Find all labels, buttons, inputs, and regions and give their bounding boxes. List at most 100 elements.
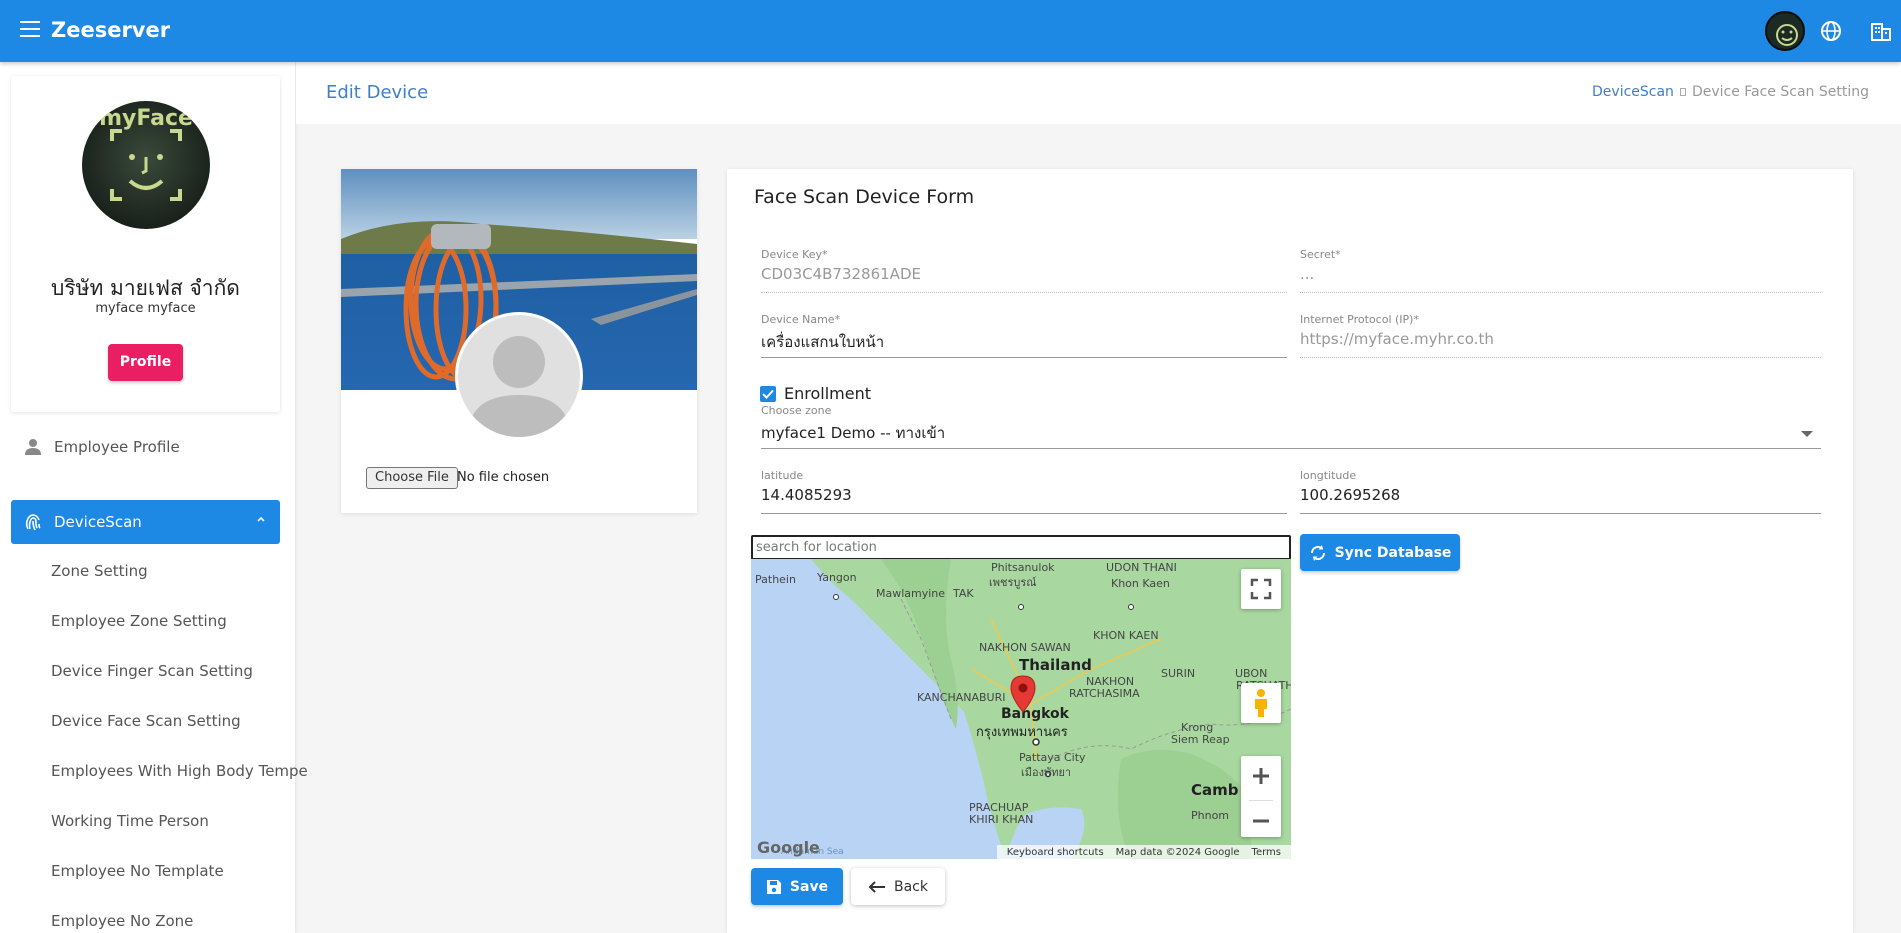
breadcrumb: DeviceScan Device Face Scan Setting	[1592, 84, 1869, 100]
page-title: Edit Device	[326, 82, 429, 103]
map-label-cambodia: Camb	[1191, 781, 1239, 799]
map-label-pattaya-th: เมืองพัทยา	[1021, 766, 1072, 779]
map-label-mawlamyine: Mawlamyine	[876, 587, 946, 600]
terms-link[interactable]: Terms	[1252, 847, 1281, 858]
sync-database-button[interactable]: Sync Database	[1300, 534, 1460, 571]
map-label-udon: UDON THANI	[1106, 561, 1177, 574]
breadcrumb-parent-link[interactable]: DeviceScan	[1592, 84, 1674, 100]
person-icon	[25, 439, 41, 455]
sidebar-item-devicescan[interactable]: DeviceScan	[11, 500, 280, 544]
logo-text: myFace	[99, 106, 193, 131]
device-key-field[interactable]: Device Key* CD03C4B732861ADE	[761, 248, 1287, 293]
map-label-khon-kaen: KHON KAEN	[1093, 629, 1159, 642]
map-label-ratchasima: RATCHASIMA	[1069, 687, 1140, 700]
save-button[interactable]: Save	[751, 868, 843, 905]
breadcrumb-current: Device Face Scan Setting	[1691, 84, 1869, 100]
map-label-surin: SURIN	[1161, 667, 1196, 680]
form-title: Face Scan Device Form	[754, 186, 975, 208]
device-name-label: Device Name*	[761, 313, 841, 326]
sidebar: myFace บริษัท มายเฟส จำกัด myface myface…	[0, 62, 308, 933]
device-name-input[interactable]: เครื่องแสกนใบหน้า	[761, 330, 1287, 358]
device-key-value[interactable]: CD03C4B732861ADE	[761, 265, 1287, 293]
device-form-card: Face Scan Device Form Device Key* CD03C4…	[727, 169, 1853, 933]
map-label-yangon: Yangon	[817, 571, 857, 584]
save-label: Save	[789, 878, 829, 895]
secret-value[interactable]: ...	[1300, 265, 1821, 293]
zoom-in-icon[interactable]	[1241, 756, 1281, 796]
back-button[interactable]: Back	[851, 868, 945, 905]
keyboard-shortcuts-link[interactable]: Keyboard shortcuts	[1007, 847, 1104, 858]
secret-field[interactable]: Secret* ...	[1300, 248, 1821, 293]
enrollment-checkbox[interactable]	[760, 385, 776, 402]
device-key-label: Device Key*	[761, 248, 828, 261]
enrollment-checkbox-row[interactable]: Enrollment	[760, 384, 871, 403]
sidebar-subitem-working-time-person[interactable]: Working Time Person	[51, 812, 209, 830]
map-label-siem-reap: Siem Reap	[1171, 733, 1230, 746]
secret-label: Secret*	[1300, 248, 1341, 261]
google-logo: Google	[757, 838, 820, 857]
zone-label: Choose zone	[761, 404, 832, 417]
app-title: Zeeserver	[51, 18, 171, 42]
enrollment-label: Enrollment	[784, 384, 871, 403]
top-app-bar: Zeeserver	[0, 0, 1901, 62]
company-subtitle: myface myface	[95, 301, 196, 316]
breadcrumb-separator-icon	[1679, 88, 1686, 96]
fullscreen-icon[interactable]	[1241, 569, 1281, 609]
sync-icon	[1310, 544, 1325, 561]
arrow-left-icon	[868, 880, 885, 893]
sync-database-label: Sync Database	[1334, 544, 1452, 561]
map-label-khon-kaen-city: Khon Kaen	[1111, 577, 1170, 590]
sidebar-subitem-device-finger-scan-setting[interactable]: Device Finger Scan Setting	[51, 662, 253, 680]
user-avatar[interactable]	[1765, 11, 1805, 51]
map-footer: Keyboard shortcuts Map data ©2024 Google…	[996, 845, 1291, 859]
map-label-phitsanulok-th: เพชรบูรณ์	[989, 576, 1037, 589]
longitude-input[interactable]: 100.2695268	[1300, 486, 1821, 514]
sidebar-subitem-high-body-temperature[interactable]: Employees With High Body Tempe	[51, 762, 308, 780]
sidebar-subitem-employee-zone-setting[interactable]: Employee Zone Setting	[51, 612, 227, 630]
sidebar-item-label: Employee Profile	[54, 438, 180, 456]
map-label-tak: TAK	[953, 587, 974, 600]
map-data-credit: Map data ©2024 Google	[1115, 846, 1240, 858]
map-label-pathein: Pathein	[755, 573, 796, 586]
company-logo: myFace	[82, 101, 210, 229]
street-view-pegman-icon[interactable]	[1241, 683, 1281, 723]
user-placeholder-photo	[455, 312, 583, 440]
location-pin-icon[interactable]	[1009, 675, 1037, 713]
profile-button[interactable]: Profile	[108, 344, 183, 381]
sidebar-item-label: DeviceScan	[54, 513, 142, 531]
globe-icon[interactable]	[1820, 20, 1842, 42]
choose-file-button[interactable]: Choose File	[366, 467, 458, 489]
latitude-input[interactable]: 14.4085293	[761, 486, 1287, 514]
zone-select-value[interactable]: myface1 Demo -- ทางเข้า	[761, 421, 1821, 449]
location-search-input[interactable]: search for location	[751, 535, 1291, 560]
location-map[interactable]: Phitsanulok เพชรบูรณ์ UDON THANI Pathein…	[751, 559, 1291, 859]
company-profile-card: myFace บริษัท มายเฟส จำกัด myface myface…	[11, 76, 280, 412]
page-header: Edit Device DeviceScan Device Face Scan S…	[296, 62, 1901, 124]
sidebar-subitem-zone-setting[interactable]: Zone Setting	[51, 562, 148, 580]
latitude-field[interactable]: latitude 14.4085293	[761, 469, 1287, 514]
dropdown-arrow-icon[interactable]	[1801, 431, 1813, 437]
map-label-phnom: Phnom	[1191, 809, 1230, 822]
map-label-kanchanaburi: KANCHANABURI	[917, 691, 1006, 704]
map-label-khiri-khan: KHIRI KHAN	[969, 813, 1034, 826]
file-status-text: No file chosen	[457, 470, 550, 485]
map-label-nakhon-sawan: NAKHON SAWAN	[979, 641, 1071, 654]
hamburger-menu-icon[interactable]	[20, 21, 40, 37]
chevron-up-icon	[257, 516, 265, 522]
device-name-field[interactable]: Device Name* เครื่องแสกนใบหน้า	[761, 313, 1287, 358]
back-label: Back	[894, 878, 928, 895]
sidebar-subitem-device-face-scan-setting[interactable]: Device Face Scan Setting	[51, 712, 241, 730]
zoom-controls	[1241, 756, 1281, 837]
ip-field[interactable]: Internet Protocol (IP)* https://myface.m…	[1300, 313, 1821, 358]
fingerprint-icon	[25, 514, 41, 531]
sidebar-subitem-employee-no-zone[interactable]: Employee No Zone	[51, 912, 193, 930]
building-icon[interactable]	[1870, 20, 1892, 42]
zone-select[interactable]: Choose zone myface1 Demo -- ทางเข้า	[761, 404, 1821, 449]
latitude-label: latitude	[761, 469, 804, 482]
zoom-out-icon[interactable]	[1241, 801, 1281, 841]
sidebar-subitem-employee-no-template[interactable]: Employee No Template	[51, 862, 224, 880]
longitude-field[interactable]: longtitude 100.2695268	[1300, 469, 1821, 514]
sidebar-item-employee-profile[interactable]: Employee Profile	[11, 425, 280, 469]
ip-input[interactable]: https://myface.myhr.co.th	[1300, 330, 1821, 358]
map-label-bangkok-th: กรุงเทพมหานคร	[976, 725, 1068, 740]
